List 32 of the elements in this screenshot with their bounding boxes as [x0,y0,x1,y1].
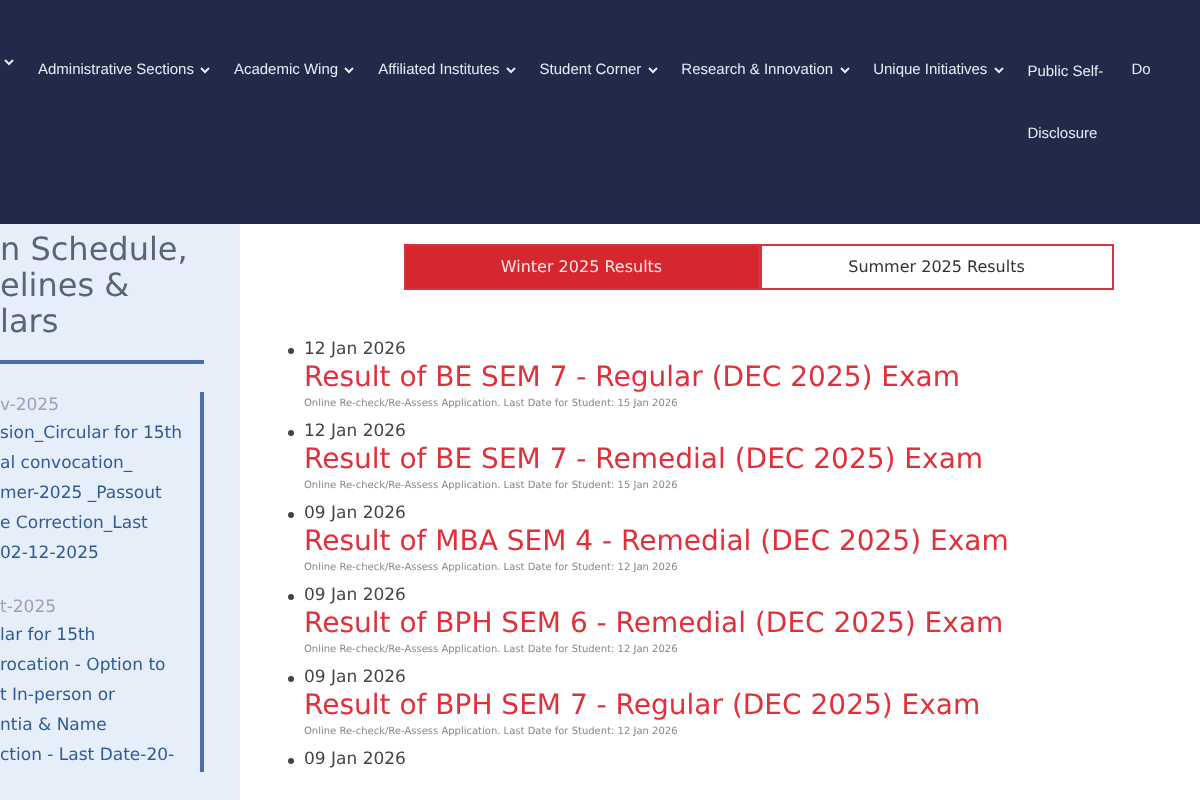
sidebar-heading: n Schedule, elines & lars [0,232,204,364]
results-tab[interactable]: Winter 2025 Results [404,244,759,290]
bullet-icon [288,511,294,517]
circular-link[interactable]: lar for 15th rocation - Option to t In-person or ntia & Name ction - Last Date-20- [0,622,192,772]
bullet-icon [288,675,294,681]
circular-link[interactable]: sion_Circular for 15th al convocation_ mer-2025 _Passout e Correction_Last 02-12-2025 [0,420,192,570]
circular-date: v-2025 [0,394,62,420]
result-date: 09 Jan 2026 [304,502,406,526]
result-date: 09 Jan 2026 [304,666,406,690]
nav-link[interactable] [4,58,14,66]
bullet-icon [288,347,294,353]
caret-icon [993,66,1004,74]
bullet-icon [288,593,294,599]
circular-date: t-2025 [0,596,59,622]
result-link[interactable]: Result of BE SEM 7 - Remedial (DEC 2025) Exam [304,444,1120,478]
caret-icon [839,66,850,74]
caret-icon [199,66,210,74]
bullet-icon [288,429,294,435]
result-date: 09 Jan 2026 [304,584,406,608]
result-link[interactable]: Result of BPH SEM 7 - Regular (DEC 2025) Exam [304,690,1120,724]
bullet-icon [288,757,294,763]
results-tab[interactable]: Summer 2025 Results [759,244,1114,290]
result-link[interactable]: Result of MBA SEM 4 - Remedial (DEC 2025) Exam [304,526,1120,560]
result-date: 12 Jan 2026 [304,420,406,444]
result-link[interactable]: Result of BPH SEM 6 - Remedial (DEC 2025) Exam [304,608,1120,642]
caret-icon [505,66,516,74]
result-link[interactable]: Result of BE SEM 7 - Regular (DEC 2025) Exam [304,362,1120,396]
result-date: 12 Jan 2026 [304,338,406,362]
result-date: 09 Jan 2026 [304,748,406,772]
caret-icon [344,66,355,74]
caret-icon [647,66,658,74]
caret-icon [4,58,14,66]
